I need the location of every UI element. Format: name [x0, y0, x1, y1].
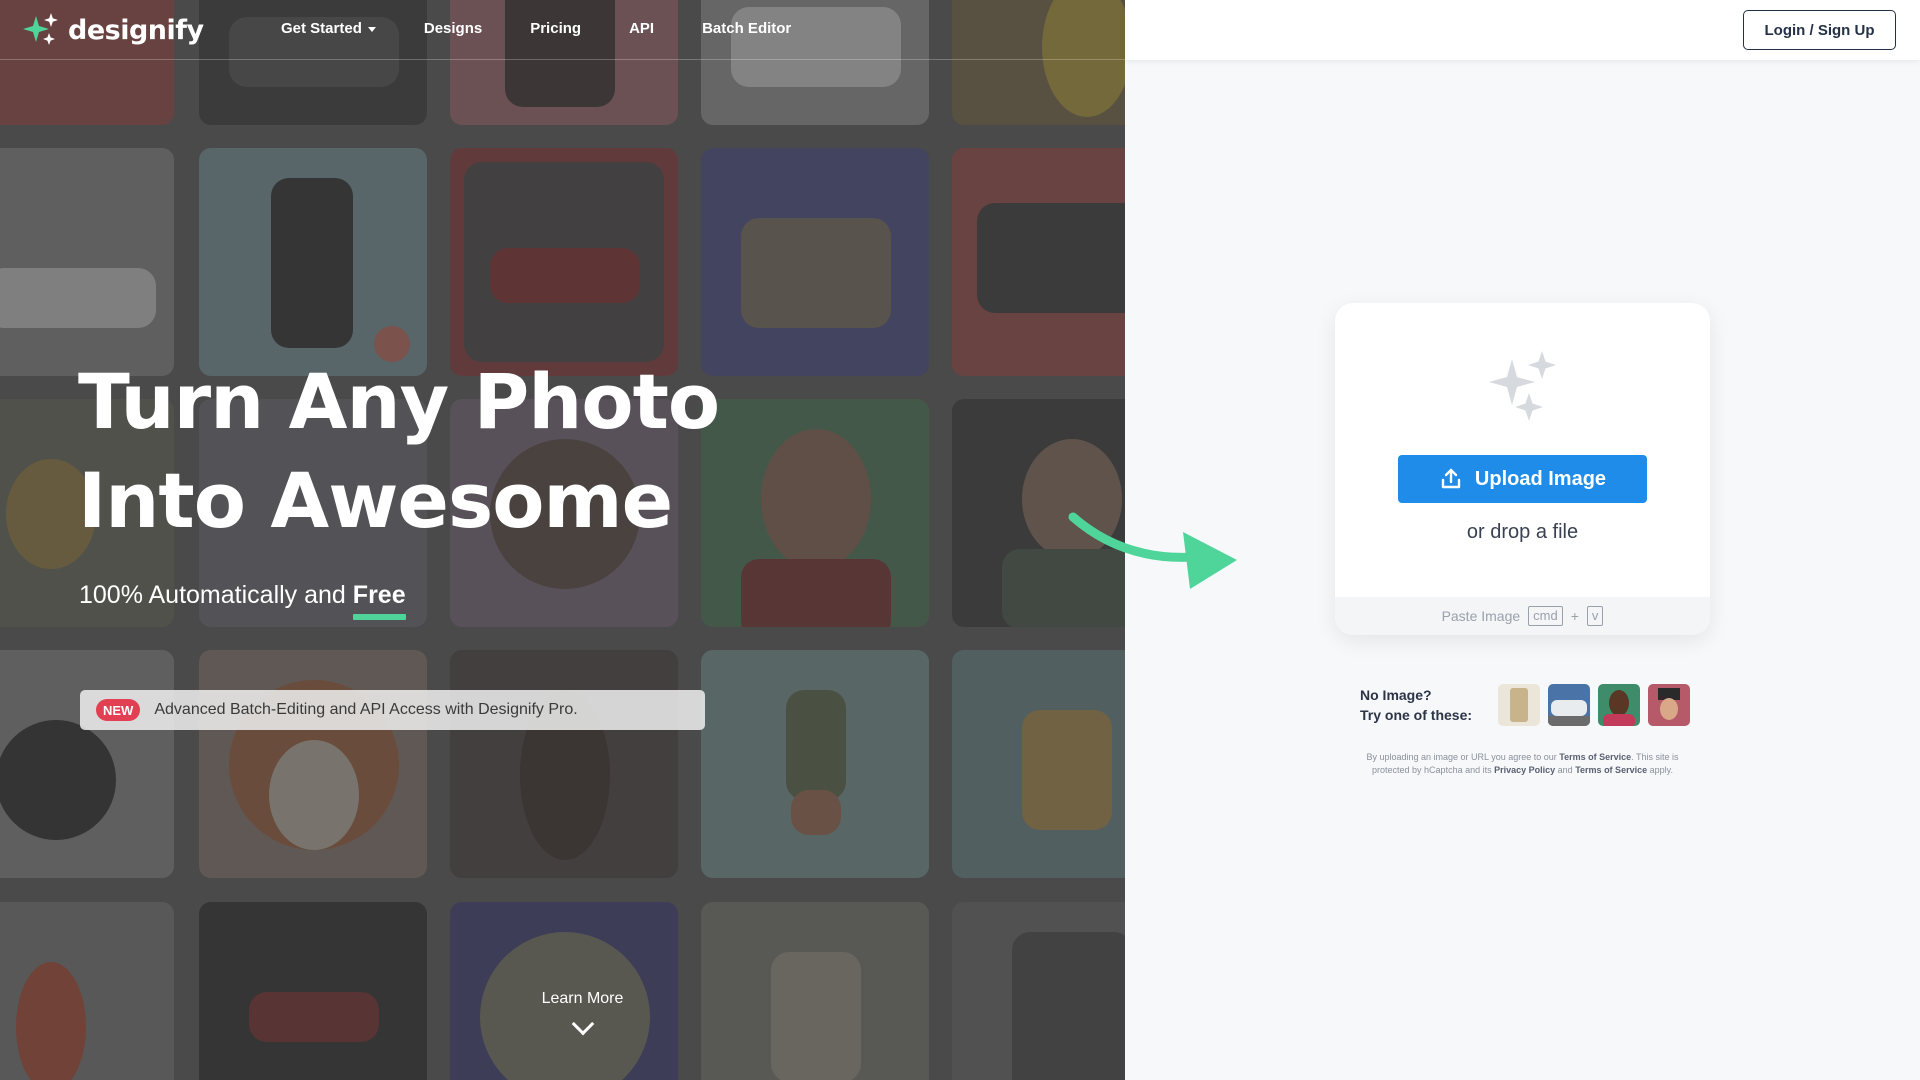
sample-thumb-person[interactable]	[1598, 684, 1640, 726]
learn-more-label: Learn More	[541, 990, 624, 1007]
logo[interactable]: designify	[22, 12, 204, 48]
hero-title-line1: Turn Any Photo	[78, 357, 720, 446]
logo-text: designify	[68, 14, 204, 46]
samples-label-line1: No Image?	[1360, 687, 1432, 703]
upload-card[interactable]: Upload Image or drop a file Paste Image …	[1335, 303, 1710, 635]
nav-menu: Get Started Designs Pricing API Batch Ed…	[281, 20, 839, 37]
nav-designs[interactable]: Designs	[424, 20, 482, 37]
terms-of-service-link-2[interactable]: Terms of Service	[1575, 765, 1647, 775]
chevron-down-icon	[571, 1012, 594, 1036]
v-key: v	[1586, 606, 1604, 626]
legal-text-4: apply.	[1649, 765, 1673, 775]
nav-pricing[interactable]: Pricing	[530, 20, 581, 37]
privacy-policy-link[interactable]: Privacy Policy	[1494, 765, 1555, 775]
nav-get-started[interactable]: Get Started	[281, 20, 376, 37]
banner-text: Advanced Batch-Editing and API Access wi…	[154, 701, 578, 718]
login-signup-button[interactable]: Login / Sign Up	[1743, 10, 1896, 50]
nav-divider	[0, 59, 1125, 60]
hero-subtitle-free: Free	[352, 581, 406, 620]
samples-label-line2: Try one of these:	[1360, 707, 1473, 723]
hero-subtitle-text: 100% Automatically and	[79, 581, 346, 609]
nav-designs-label: Designs	[423, 20, 483, 37]
legal-text-3: and	[1557, 765, 1573, 775]
new-badge: NEW	[96, 699, 141, 721]
terms-of-service-link[interactable]: Terms of Service	[1559, 752, 1631, 762]
nav-pricing-label: Pricing	[530, 20, 582, 37]
sample-thumb-car[interactable]	[1548, 684, 1590, 726]
curved-arrow-icon	[1068, 512, 1237, 589]
top-navigation: designify Get Started Designs Pricing AP…	[0, 0, 1920, 60]
sample-thumb-woman[interactable]	[1648, 684, 1690, 726]
learn-more-link[interactable]: Learn More	[510, 990, 655, 1036]
samples-label: No Image? Try one of these:	[1360, 685, 1490, 725]
sample-thumb-product[interactable]	[1498, 684, 1540, 726]
nav-get-started-label: Get Started	[281, 20, 362, 37]
upload-image-button[interactable]: Upload Image	[1398, 455, 1647, 503]
paste-image-label: Paste Image	[1441, 608, 1521, 624]
hero-title: Turn Any Photo Into Awesome	[78, 352, 720, 550]
upload-icon	[1441, 468, 1461, 489]
legal-text-1: By uploading an image or URL you agree t…	[1366, 752, 1557, 762]
drop-file-text: or drop a file	[1466, 521, 1579, 543]
nav-api[interactable]: API	[629, 20, 654, 37]
sample-images: No Image? Try one of these:	[1360, 684, 1690, 726]
designify-logo-icon	[23, 13, 58, 45]
plus-sign: +	[1570, 608, 1579, 624]
nav-batch-editor-label: Batch Editor	[702, 20, 792, 37]
paste-image-hint: Paste Image cmd + v	[1335, 597, 1710, 635]
nav-api-label: API	[629, 20, 655, 37]
nav-batch-editor[interactable]: Batch Editor	[702, 20, 791, 37]
legal-notice: By uploading an image or URL you agree t…	[1355, 751, 1690, 777]
upload-image-label: Upload Image	[1474, 467, 1607, 490]
sparkle-icon	[1489, 351, 1556, 421]
hero-section: Turn Any Photo Into Awesome 100% Automat…	[0, 0, 1125, 1080]
pro-announcement-banner[interactable]: NEW Advanced Batch-Editing and API Acces…	[80, 690, 705, 730]
hero-title-line2: Into Awesome	[78, 456, 673, 545]
hero-subtitle: 100% Automatically and Free	[79, 581, 406, 620]
caret-down-icon	[367, 27, 376, 32]
cmd-key: cmd	[1528, 606, 1563, 626]
